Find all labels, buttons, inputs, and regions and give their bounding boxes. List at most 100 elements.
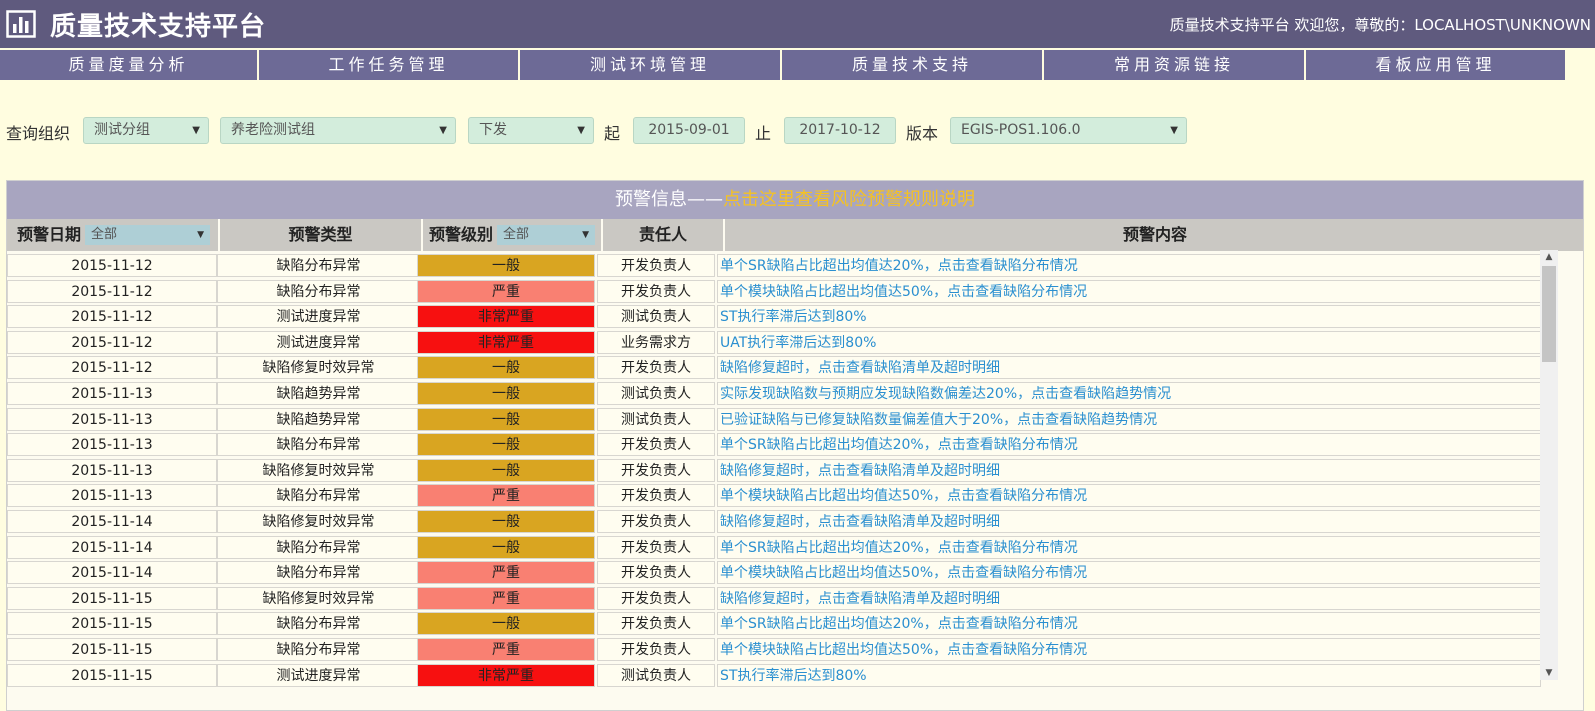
cell-type: 缺陷分布异常 [217,638,420,661]
nav-item-resource-links[interactable]: 常用资源链接 [1044,50,1306,80]
scope-select[interactable]: 下发 ▼ [468,117,594,144]
cell-type: 缺陷分布异常 [217,279,420,303]
scroll-thumb[interactable] [1542,266,1556,362]
cell-type: 缺陷分布异常 [217,561,420,585]
cell-date: 2015-11-15 [7,612,217,636]
cell-owner: 测试负责人 [597,663,715,687]
cell-content[interactable]: 单个模块缺陷占比超出均值达50%，点击查看缺陷分布情况 [717,279,1541,303]
caret-down-icon: ▼ [439,125,447,136]
table-row[interactable]: 2015-11-12 测试进度异常 非常严重 测试负责人 ST执行率滞后达到80% [7,304,1543,330]
cell-type: 缺陷趋势异常 [217,407,420,431]
cell-content[interactable]: 已验证缺陷与已修复缺陷数量偏差值大于20%，点击查看缺陷趋势情况 [717,407,1541,431]
warning-panel: 预警信息——点击这里查看风险预警规则说明 预警日期 全部 ▼ 预警类型 预警级别… [6,180,1584,711]
cell-type: 缺陷分布异常 [217,535,420,559]
cell-content[interactable]: 单个SR缺陷占比超出均值达20%，点击查看缺陷分布情况 [717,433,1541,457]
caret-down-icon: ▼ [197,230,204,240]
cell-owner: 测试负责人 [597,407,715,431]
cell-content[interactable]: 缺陷修复超时，点击查看缺陷清单及超时明细 [717,586,1541,610]
table-row[interactable]: 2015-11-12 缺陷修复时效异常 一般 开发负责人 缺陷修复超时，点击查看缺陷清单… [7,355,1543,381]
cell-level: 一般 [417,356,595,380]
cell-owner: 测试负责人 [597,382,715,405]
cell-content[interactable]: 单个模块缺陷占比超出均值达50%，点击查看缺陷分布情况 [717,561,1541,585]
cell-content[interactable]: 单个模块缺陷占比超出均值达50%，点击查看缺陷分布情况 [717,484,1541,508]
table-row[interactable]: 2015-11-13 缺陷趋势异常 一般 测试负责人 已验证缺陷与已修复缺陷数量偏差值大… [7,407,1543,433]
table-row[interactable]: 2015-11-15 测试进度异常 非常严重 测试负责人 ST执行率滞后达到80% [7,663,1543,689]
cell-level: 一般 [417,407,595,431]
cell-content[interactable]: ST执行率滞后达到80% [717,305,1541,329]
date-filter-select[interactable]: 全部 ▼ [85,225,210,245]
cell-content[interactable]: UAT执行率滞后达到80% [717,330,1541,354]
col-header-date: 预警日期 全部 ▼ [7,219,220,251]
col-header-level-label: 预警级别 [429,225,494,244]
org-level-value: 测试分组 [94,122,150,138]
cell-date: 2015-11-12 [7,254,217,277]
version-select[interactable]: EGIS-POS1.106.0 ▼ [950,117,1187,144]
cell-content[interactable]: 单个SR缺陷占比超出均值达20%，点击查看缺陷分布情况 [717,535,1541,559]
table-row[interactable]: 2015-11-12 缺陷分布异常 严重 开发负责人 单个模块缺陷占比超出均值达50%，… [7,279,1543,305]
end-date-input[interactable]: 2017-10-12 [784,117,896,144]
bar-chart-icon [6,10,36,38]
table-row[interactable]: 2015-11-12 缺陷分布异常 一般 开发负责人 单个SR缺陷占比超出均值达20%，… [7,253,1543,279]
cell-content[interactable]: 缺陷修复超时，点击查看缺陷清单及超时明细 [717,510,1541,533]
cell-owner: 开发负责人 [597,254,715,277]
version-value: EGIS-POS1.106.0 [961,122,1081,138]
caret-down-icon: ▼ [192,125,200,136]
cell-level: 严重 [417,586,595,610]
cell-level: 非常严重 [417,305,595,329]
cell-type: 缺陷修复时效异常 [217,510,420,533]
table-row[interactable]: 2015-11-13 缺陷分布异常 严重 开发负责人 单个模块缺陷占比超出均值达50%，… [7,483,1543,509]
table-row[interactable]: 2015-11-13 缺陷趋势异常 一般 测试负责人 实际发现缺陷数与预期应发现缺陷数偏… [7,381,1543,407]
group-select[interactable]: 养老险测试组 ▼ [220,117,456,144]
cell-content[interactable]: 单个SR缺陷占比超出均值达20%，点击查看缺陷分布情况 [717,612,1541,636]
cell-content[interactable]: 实际发现缺陷数与预期应发现缺陷数偏差达20%，点击查看缺陷趋势情况 [717,382,1541,405]
cell-date: 2015-11-12 [7,305,217,329]
org-level-select[interactable]: 测试分组 ▼ [83,117,209,144]
start-date-input[interactable]: 2015-09-01 [633,117,745,144]
app-title: 质量技术支持平台 [50,12,267,42]
cell-content[interactable]: 单个SR缺陷占比超出均值达20%，点击查看缺陷分布情况 [717,254,1541,277]
caret-down-icon: ▼ [582,230,589,240]
cell-type: 缺陷分布异常 [217,254,420,277]
table-row[interactable]: 2015-11-15 缺陷分布异常 一般 开发负责人 单个SR缺陷占比超出均值达20%，… [7,611,1543,637]
table-row[interactable]: 2015-11-15 缺陷修复时效异常 严重 开发负责人 缺陷修复超时，点击查看缺陷清单… [7,586,1543,612]
table-row[interactable]: 2015-11-13 缺陷修复时效异常 一般 开发负责人 缺陷修复超时，点击查看缺陷清单… [7,458,1543,484]
cell-date: 2015-11-14 [7,535,217,559]
col-header-owner: 责任人 [603,219,725,251]
cell-content[interactable]: 缺陷修复超时，点击查看缺陷清单及超时明细 [717,356,1541,380]
col-header-level: 预警级别 全部 ▼ [423,219,603,251]
nav-item-quality-metrics[interactable]: 质量度量分析 [0,50,259,80]
cell-owner: 开发负责人 [597,612,715,636]
nav-item-tech-support[interactable]: 质量技术支持 [782,50,1044,80]
table-row[interactable]: 2015-11-13 缺陷分布异常 一般 开发负责人 单个SR缺陷占比超出均值达20%，… [7,432,1543,458]
end-label: 止 [755,124,772,143]
cell-level: 一般 [417,510,595,533]
table-row[interactable]: 2015-11-14 缺陷修复时效异常 一般 开发负责人 缺陷修复超时，点击查看缺陷清单… [7,509,1543,535]
cell-level: 严重 [417,638,595,661]
rules-link[interactable]: 点击这里查看风险预警规则说明 [723,189,975,210]
col-header-content: 预警内容 [1122,225,1187,244]
table-row[interactable]: 2015-11-12 测试进度异常 非常严重 业务需求方 UAT执行率滞后达到80% [7,330,1543,356]
scroll-down-icon[interactable]: ▼ [1540,666,1558,680]
cell-level: 一般 [417,382,595,405]
caret-down-icon: ▼ [577,125,585,136]
level-filter-value: 全部 [503,227,530,242]
table-row[interactable]: 2015-11-14 缺陷分布异常 一般 开发负责人 单个SR缺陷占比超出均值达20%，… [7,535,1543,561]
cell-date: 2015-11-14 [7,561,217,585]
panel-title: 预警信息——点击这里查看风险预警规则说明 [7,181,1583,219]
table-row[interactable]: 2015-11-14 缺陷分布异常 严重 开发负责人 单个模块缺陷占比超出均值达50%，… [7,560,1543,586]
cell-owner: 开发负责人 [597,279,715,303]
nav-item-test-environment[interactable]: 测试环境管理 [520,50,782,80]
table-scrollbar[interactable]: ▲ ▼ [1540,250,1558,680]
start-label: 起 [604,124,621,143]
cell-content[interactable]: 缺陷修复超时，点击查看缺陷清单及超时明细 [717,458,1541,482]
cell-date: 2015-11-13 [7,458,217,482]
cell-type: 缺陷修复时效异常 [217,356,420,380]
nav-item-task-management[interactable]: 工作任务管理 [259,50,520,80]
scroll-up-icon[interactable]: ▲ [1540,250,1558,264]
nav-item-dashboard[interactable]: 看板应用管理 [1306,50,1567,80]
cell-content[interactable]: ST执行率滞后达到80% [717,663,1541,687]
cell-content[interactable]: 单个模块缺陷占比超出均值达50%，点击查看缺陷分布情况 [717,638,1541,661]
table-row[interactable]: 2015-11-15 缺陷分布异常 严重 开发负责人 单个模块缺陷占比超出均值达50%，… [7,637,1543,663]
main-nav: 质量度量分析 工作任务管理 测试环境管理 质量技术支持 常用资源链接 看板应用管… [0,48,1595,82]
level-filter-select[interactable]: 全部 ▼ [497,225,595,245]
